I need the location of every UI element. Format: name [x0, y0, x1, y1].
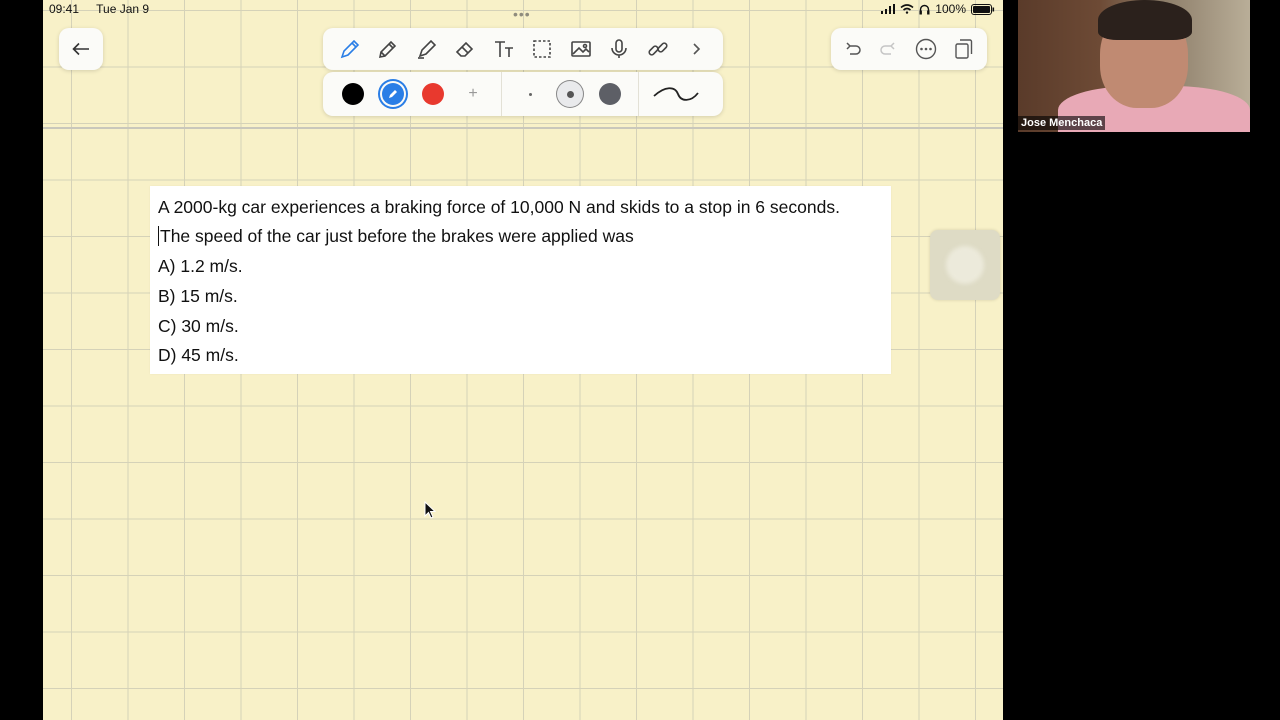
assistive-touch-button[interactable]: [930, 230, 1000, 300]
edit-pen-icon: [389, 90, 397, 98]
toolbar-divider: [638, 72, 639, 116]
notes-app-canvas[interactable]: 09:41 Tue Jan 9 ••• 100% + A 2000-kg car…: [43, 0, 1003, 720]
battery-icon: [971, 3, 995, 15]
color-red-swatch[interactable]: [422, 83, 444, 105]
stroke-style-icon[interactable]: [651, 84, 701, 104]
add-color-button[interactable]: +: [462, 83, 484, 105]
battery-percent: 100%: [935, 2, 966, 16]
headphones-icon: [919, 4, 930, 14]
pencil-icon[interactable]: [373, 34, 403, 64]
highlighter-icon[interactable]: [412, 34, 442, 64]
option-b: B) 15 m/s.: [158, 286, 238, 306]
status-date: Tue Jan 9: [96, 2, 150, 16]
toolbar-divider: [501, 72, 502, 116]
status-bar-right: 100%: [881, 2, 995, 16]
text-icon[interactable]: [489, 34, 519, 64]
status-bar-left: 09:41 Tue Jan 9: [49, 2, 163, 16]
question-line-2-text: The speed of the car just before the bra…: [160, 226, 634, 246]
question-line-2: The speed of the car just before the bra…: [158, 226, 634, 247]
color-black-swatch[interactable]: [342, 83, 364, 105]
option-d: D) 45 m/s.: [158, 345, 239, 365]
pages-icon[interactable]: [954, 38, 974, 60]
pen-icon[interactable]: [335, 34, 365, 64]
participant-name-label: Jose Menchaca: [1018, 116, 1106, 130]
image-icon[interactable]: [566, 34, 596, 64]
mic-icon[interactable]: [604, 34, 634, 64]
arrow-left-icon: [72, 42, 89, 56]
option-a: A) 1.2 m/s.: [158, 256, 243, 276]
signal-icon: [881, 4, 896, 14]
redo-icon[interactable]: [879, 41, 897, 57]
stroke-size-large[interactable]: [596, 80, 624, 108]
back-button[interactable]: [59, 28, 103, 70]
option-c: C) 30 m/s.: [158, 316, 239, 336]
stroke-size-medium[interactable]: [556, 80, 584, 108]
drawing-tools-toolbar: [323, 28, 723, 70]
text-cursor: [158, 226, 159, 246]
eraser-icon[interactable]: [450, 34, 480, 64]
question-line-1: A 2000-kg car experiences a braking forc…: [158, 197, 840, 217]
participant-hair: [1098, 0, 1192, 40]
page-break-line: [43, 127, 1003, 129]
stroke-size-small[interactable]: [516, 80, 544, 108]
multitasking-dots-icon[interactable]: •••: [513, 6, 531, 22]
more-icon[interactable]: [915, 38, 937, 60]
webcam-video-tile: Jose Menchaca: [1018, 0, 1250, 132]
lasso-icon[interactable]: [527, 34, 557, 64]
status-time: 09:41: [49, 2, 80, 16]
chevron-right-icon[interactable]: [681, 34, 711, 64]
link-icon[interactable]: [643, 34, 673, 64]
undo-icon[interactable]: [844, 41, 862, 57]
question-card[interactable]: A 2000-kg car experiences a braking forc…: [150, 186, 891, 374]
color-blue-swatch[interactable]: [382, 83, 404, 105]
pen-options-toolbar: +: [323, 72, 723, 116]
wifi-icon: [900, 4, 914, 14]
document-actions-toolbar: [831, 28, 987, 70]
mouse-pointer-icon: [424, 501, 436, 519]
